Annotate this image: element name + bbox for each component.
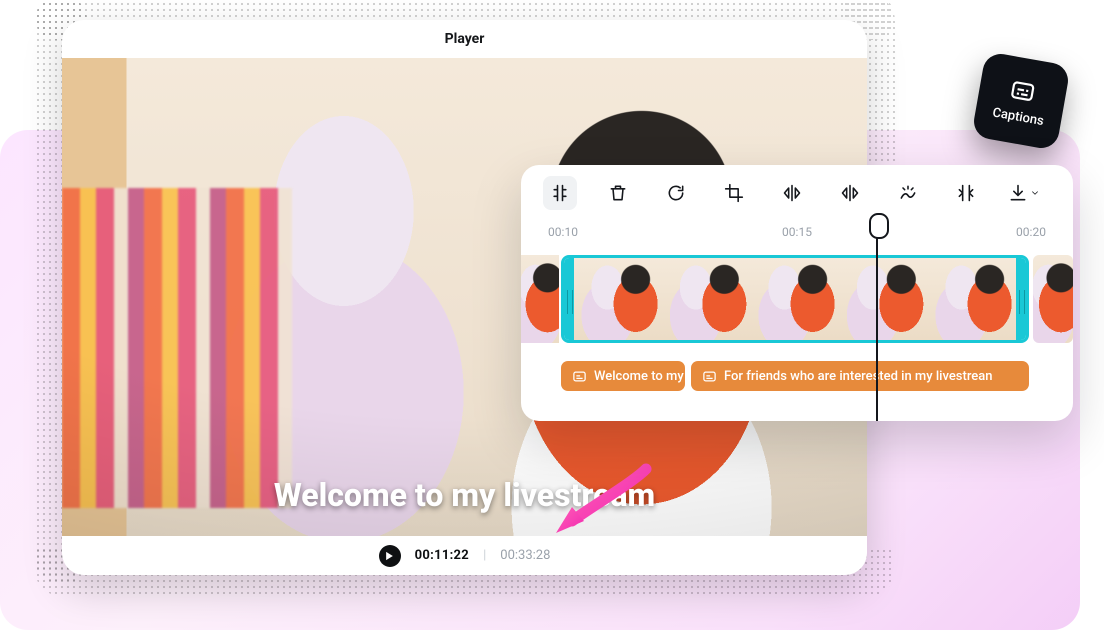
captions-icon [1008,76,1038,106]
clip-thumb-outside [1033,255,1073,343]
rotate-tool[interactable] [659,176,693,210]
split-tool[interactable] [543,176,577,210]
caption-icon [702,369,717,384]
chevron-down-icon [1030,188,1040,198]
flip-horizontal-tool[interactable] [775,176,809,210]
current-time: 00:11:22 [415,548,469,563]
clip-selection[interactable] [561,255,1029,343]
ruler-tick: 00:15 [782,225,812,239]
delete-tool[interactable] [601,176,635,210]
player-footer: 00:11:22 | 00:33:28 [62,536,867,575]
clip-thumbs [574,258,1016,340]
speed-tool[interactable] [949,176,983,210]
timeline-caption-track: Welcome to my li For friends who are int… [521,361,1073,401]
clip-thumb-outside [521,255,559,343]
playhead[interactable] [876,215,878,421]
remove-bg-tool[interactable] [891,176,925,210]
captions-badge-label: Captions [991,105,1045,129]
ruler-tick: 00:10 [548,225,578,239]
clip-thumb [928,258,1016,340]
player-title: Player [62,31,867,47]
total-time: 00:33:28 [500,548,550,563]
clip-thumb [839,258,927,340]
clip-thumb [662,258,750,340]
download-tool[interactable] [1007,176,1041,210]
overlay-caption-text: Welcome to my livestream [62,476,867,514]
clip-thumb [574,258,662,340]
caption-segment-text: Welcome to my li [594,369,685,384]
clip-handle-left[interactable] [564,258,574,340]
timeline-ruler[interactable]: 00:10 00:15 00:20 [521,221,1073,249]
caption-icon [572,369,587,384]
play-button[interactable] [379,545,401,567]
timeline-toolbar [521,165,1073,221]
caption-segment-text: For friends who are interested in my liv… [724,369,993,384]
clip-handle-right[interactable] [1016,258,1026,340]
timeline-track[interactable] [521,251,1073,347]
player-header: Player [62,20,867,58]
ruler-tick: 00:20 [1016,225,1046,239]
flip-vertical-tool[interactable] [833,176,867,210]
caption-segment[interactable]: For friends who are interested in my liv… [691,361,1029,391]
crop-tool[interactable] [717,176,751,210]
caption-segment[interactable]: Welcome to my li [561,361,685,391]
timeline-panel: 00:10 00:15 00:20 [521,165,1073,421]
time-divider: | [483,548,486,563]
clip-thumb [751,258,839,340]
captions-badge[interactable]: Captions [971,51,1071,151]
